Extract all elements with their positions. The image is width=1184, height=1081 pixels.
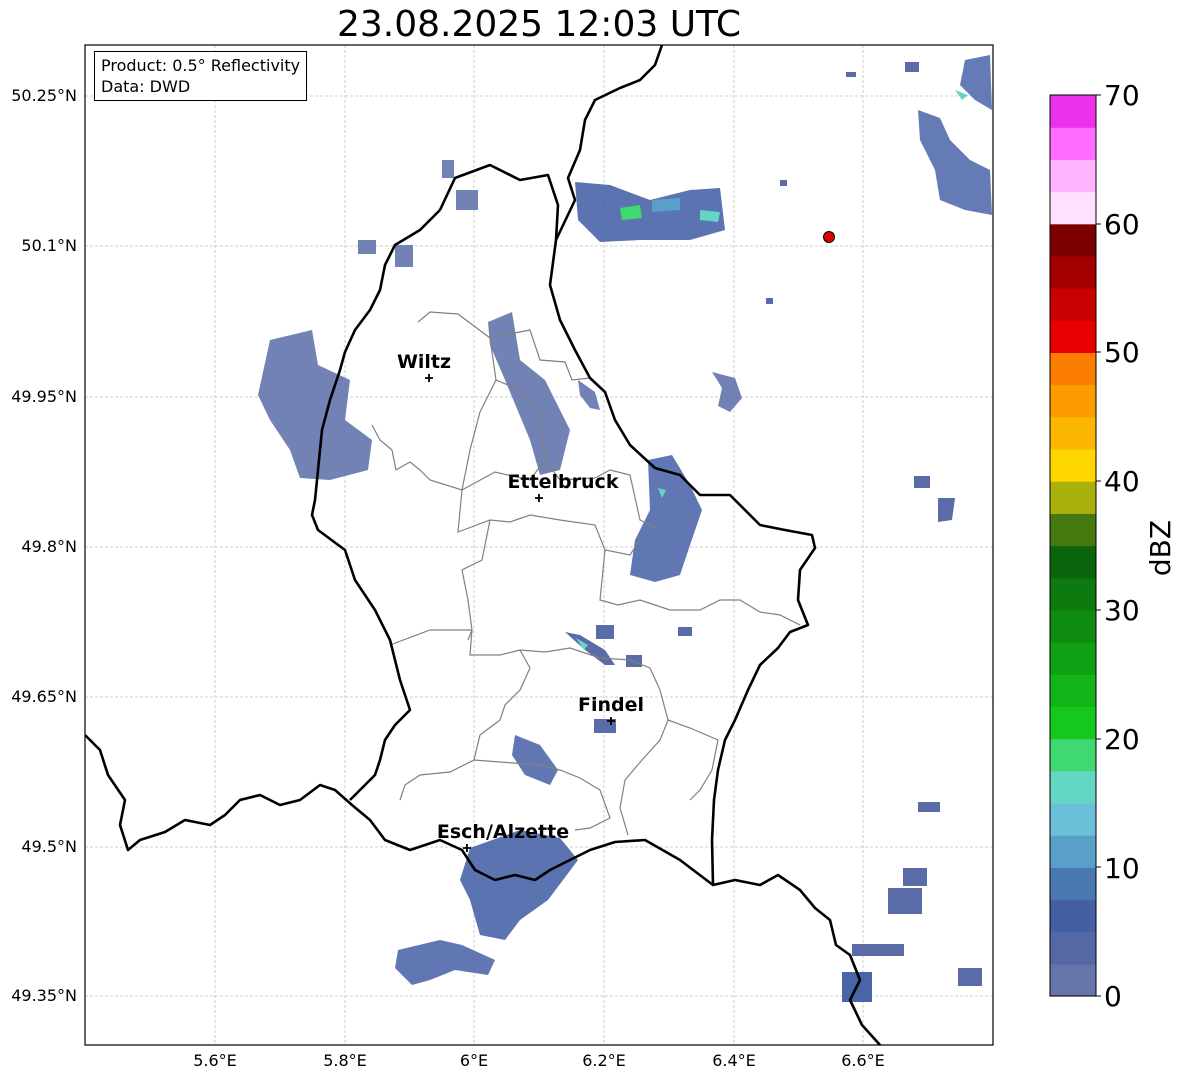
colorbar-segment xyxy=(1050,255,1096,289)
colorbar-segment xyxy=(1050,770,1096,804)
lat-tick-label: 49.95°N xyxy=(11,387,77,406)
echo-area xyxy=(456,190,478,210)
city-label: Ettelbruck xyxy=(508,471,619,493)
lon-tick-label: 6.4°E xyxy=(712,1051,756,1070)
colorbar-segment xyxy=(1050,320,1096,354)
echo-area xyxy=(888,888,922,914)
colorbar-segment xyxy=(1050,416,1096,450)
lat-tick-label: 49.5°N xyxy=(21,837,77,856)
radar-site-marker-icon xyxy=(823,231,835,243)
echo-area xyxy=(852,944,904,956)
echo-area xyxy=(958,968,982,986)
lat-tick-label: 50.25°N xyxy=(11,86,77,105)
radar-map-figure: Wiltz Ettelbruck Findel Esch/Alzette 50.… xyxy=(11,44,1177,1070)
colorbar-segment xyxy=(1050,288,1096,321)
colorbar-segment xyxy=(1050,223,1096,257)
echo-area xyxy=(596,625,614,639)
colorbar-label: dBZ xyxy=(1144,520,1177,576)
colorbar-segment xyxy=(1050,899,1096,933)
colorbar-segment xyxy=(1050,159,1096,193)
city-label: Findel xyxy=(578,694,644,716)
colorbar-segment xyxy=(1050,545,1096,579)
echo-area xyxy=(395,245,413,267)
colorbar-segment xyxy=(1050,127,1096,160)
echo-area xyxy=(918,802,940,812)
echo-area xyxy=(358,240,376,254)
echo-area xyxy=(780,180,787,186)
echo-area xyxy=(914,476,930,488)
colorbar-tick-label: 60 xyxy=(1104,208,1140,241)
echo-area xyxy=(905,62,919,72)
echo-area xyxy=(442,160,454,178)
city-label: Esch/Alzette xyxy=(437,821,569,843)
colorbar-segment xyxy=(1050,802,1096,836)
colorbar-tick-label: 30 xyxy=(1104,594,1140,627)
lon-tick-label: 5.6°E xyxy=(193,1051,237,1070)
data-source-text: Data: DWD xyxy=(101,77,191,96)
colorbar-segment xyxy=(1050,835,1096,868)
colorbar-segment xyxy=(1050,963,1096,997)
colorbar-segment xyxy=(1050,577,1096,611)
colorbar-tick-label: 40 xyxy=(1104,465,1140,498)
latitude-axis: 50.25°N 50.1°N 49.95°N 49.8°N 49.65°N 49… xyxy=(11,86,77,1005)
colorbar-segment xyxy=(1050,867,1096,901)
colorbar-segment xyxy=(1050,674,1096,707)
colorbar-segment xyxy=(1050,738,1096,772)
colorbar-segment xyxy=(1050,352,1096,386)
product-info-box: Product: 0.5° Reflectivity Data: DWD xyxy=(94,51,308,101)
lon-tick-label: 6.2°E xyxy=(582,1051,626,1070)
colorbar-segment xyxy=(1050,513,1096,547)
echo-core xyxy=(700,210,720,222)
echo-area xyxy=(846,72,856,77)
colorbar-segment xyxy=(1050,384,1096,418)
colorbar-segment xyxy=(1050,95,1096,128)
lon-tick-label: 5.8°E xyxy=(323,1051,367,1070)
colorbar-ticks: 0 10 20 30 40 50 60 70 xyxy=(1096,79,1140,1013)
longitude-axis: 5.6°E 5.8°E 6°E 6.2°E 6.4°E 6.6°E xyxy=(193,1051,885,1070)
lon-tick-label: 6°E xyxy=(460,1051,488,1070)
lat-tick-label: 50.1°N xyxy=(21,236,77,255)
echo-area xyxy=(766,298,773,304)
colorbar-segment xyxy=(1050,481,1096,514)
colorbar-segment xyxy=(1050,191,1096,225)
colorbar-segment xyxy=(1050,609,1096,643)
product-text: Product: 0.5° Reflectivity xyxy=(101,56,301,75)
echo-area xyxy=(678,627,692,636)
colorbar-segment xyxy=(1050,706,1096,740)
city-label: Wiltz xyxy=(397,351,451,373)
colorbar-segment xyxy=(1050,931,1096,965)
echo-core xyxy=(652,198,680,212)
echo-area xyxy=(903,868,927,886)
lat-tick-label: 49.8°N xyxy=(21,537,77,556)
colorbar-segment xyxy=(1050,642,1096,675)
colorbar-tick-label: 70 xyxy=(1104,79,1140,112)
lat-tick-label: 49.35°N xyxy=(11,986,77,1005)
colorbar-tick-label: 0 xyxy=(1104,980,1122,1013)
lat-tick-label: 49.65°N xyxy=(11,687,77,706)
colorbar-tick-label: 20 xyxy=(1104,723,1140,756)
colorbar-segment xyxy=(1050,448,1096,482)
colorbar-tick-label: 50 xyxy=(1104,336,1140,369)
lon-tick-label: 6.6°E xyxy=(841,1051,885,1070)
colorbar-tick-label: 10 xyxy=(1104,852,1140,885)
colorbar xyxy=(1050,95,1096,997)
